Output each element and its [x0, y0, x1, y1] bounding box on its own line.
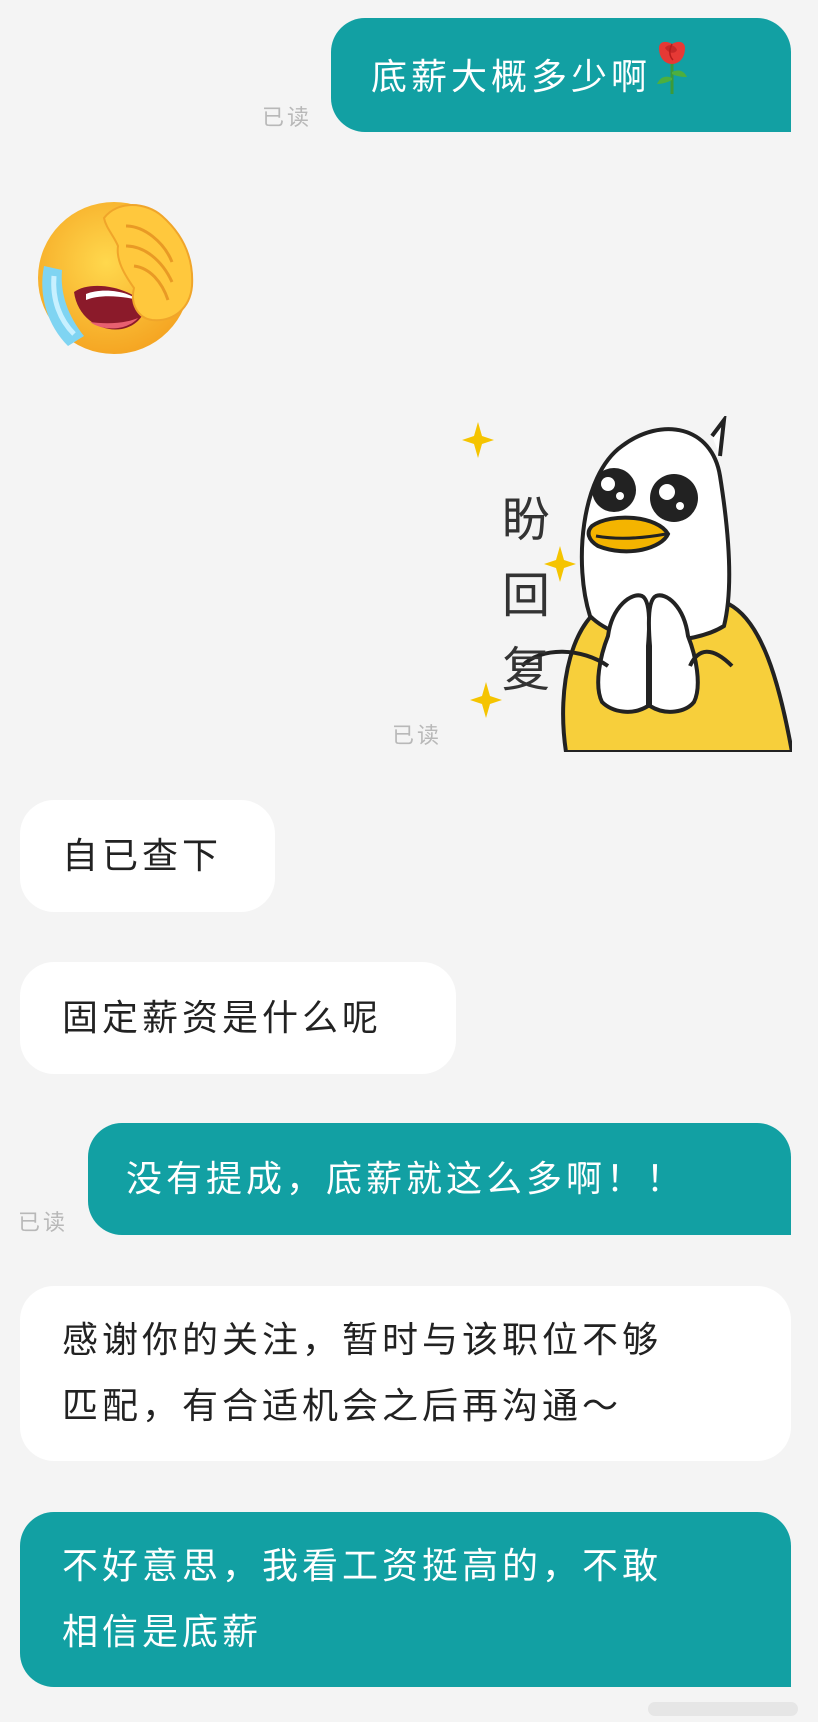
incoming-message-bubble[interactable]: 自已查下: [20, 800, 275, 912]
outgoing-message-bubble[interactable]: 不好意思，我看工资挺高的，不敢 相信是底薪: [20, 1512, 791, 1687]
sticker-char-2: 回: [502, 568, 550, 624]
rose-icon: [655, 40, 689, 118]
sticker-char-1: 盼: [502, 492, 550, 548]
message-text-line-2: 相信是底薪: [62, 1612, 263, 1653]
facepalm-crying-emoji-icon[interactable]: [34, 196, 204, 358]
message-text: 固定薪资是什么呢: [62, 998, 383, 1039]
read-status: 已读: [392, 724, 443, 749]
watermark-strip: [648, 1702, 798, 1716]
message-text-line-1: 不好意思，我看工资挺高的，不敢: [62, 1546, 663, 1587]
incoming-message-bubble[interactable]: 固定薪资是什么呢: [20, 962, 456, 1074]
message-text: 自已查下: [62, 836, 223, 877]
outgoing-message-bubble[interactable]: 底薪大概多少啊: [331, 18, 791, 132]
message-text: 底薪大概多少啊: [371, 57, 652, 98]
hoping-for-reply-sticker[interactable]: 盼 回 复: [462, 412, 795, 754]
incoming-message-bubble[interactable]: 感谢你的关注，暂时与该职位不够 匹配，有合适机会之后再沟通～: [20, 1286, 791, 1461]
read-status: 已读: [262, 106, 313, 131]
sticker-char-3: 复: [502, 642, 550, 698]
read-status: 已读: [18, 1211, 69, 1236]
message-text-line-1: 感谢你的关注，暂时与该职位不够: [62, 1320, 663, 1361]
message-text: 没有提成，底薪就这么多啊！！: [126, 1159, 687, 1200]
outgoing-message-bubble[interactable]: 没有提成，底薪就这么多啊！！: [88, 1123, 791, 1235]
message-text-line-2: 匹配，有合适机会之后再沟通～: [62, 1386, 623, 1427]
